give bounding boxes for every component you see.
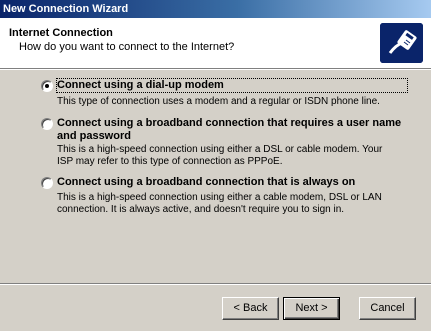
option-dial-up-label[interactable]: Connect using a dial-up modem — [56, 78, 408, 93]
radio-broadband-login[interactable] — [41, 118, 53, 130]
radio-broadband-always-on[interactable] — [41, 177, 53, 189]
header-subtitle: How do you want to connect to the Intern… — [19, 41, 235, 53]
option-broadband-login-label[interactable]: Connect using a broadband connection tha… — [57, 117, 407, 143]
next-button[interactable]: Next > — [283, 297, 340, 320]
option-broadband-login-description: This is a high-speed connection using ei… — [57, 144, 383, 167]
option-broadband-always-on-label[interactable]: Connect using a broadband connection tha… — [57, 176, 407, 189]
option-broadband-always-on-description: This is a high-speed connection using ei… — [57, 192, 382, 215]
back-button[interactable]: < Back — [222, 297, 279, 320]
option-dial-up-description: This type of connection uses a modem and… — [57, 96, 380, 107]
window-title-bar[interactable]: New Connection Wizard — [0, 0, 431, 18]
network-cable-icon — [380, 23, 423, 63]
window-title: New Connection Wizard — [3, 3, 129, 15]
cancel-button[interactable]: Cancel — [359, 297, 416, 320]
radio-dial-up[interactable] — [41, 80, 53, 92]
header-title: Internet Connection — [9, 27, 113, 39]
wizard-header: Internet Connection How do you want to c… — [0, 18, 431, 68]
